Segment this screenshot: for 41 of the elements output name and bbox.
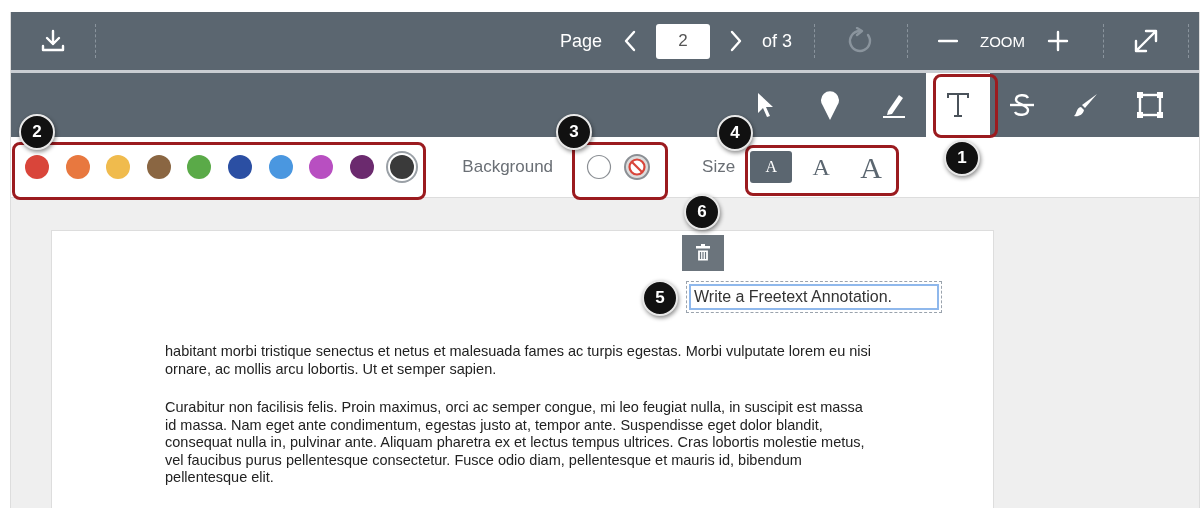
page-label: Page: [559, 30, 602, 52]
zoom-label: ZOOM: [980, 32, 1025, 50]
fullscreen-button[interactable]: [1132, 27, 1160, 55]
zoom-in-button[interactable]: [1047, 30, 1069, 52]
text-size-button[interactable]: A: [750, 151, 793, 183]
delete-button[interactable]: [682, 235, 724, 271]
plus-icon: [1047, 30, 1069, 52]
freetext-annotation-field[interactable]: Write a Freetext Annotation.: [686, 281, 942, 313]
download-icon: [40, 28, 66, 54]
highlight-frame: [933, 74, 998, 138]
page-count: of 3: [761, 30, 792, 52]
background-fill-button[interactable]: [586, 154, 613, 180]
color-swatch[interactable]: [25, 155, 49, 179]
rectangle-area-icon: [1136, 91, 1164, 119]
background-label: Background: [462, 157, 554, 177]
download-button[interactable]: [40, 28, 66, 54]
minus-icon: [938, 39, 958, 43]
no-background-button[interactable]: [624, 154, 651, 180]
color-swatch[interactable]: [349, 155, 374, 179]
zoom-out-button[interactable]: [938, 39, 958, 43]
page-number-field[interactable]: 2: [655, 23, 710, 59]
strikethrough-icon: [1009, 92, 1035, 118]
expand-icon: [1132, 27, 1160, 55]
color-swatch[interactable]: [309, 155, 334, 179]
body-paragraph: Curabitur non facilisis felis. Proin maximus, orci ac semper congue, mi leo feugiat nulla, in suscipit est massa id massa. Nam eget ante condimentum, egestas justo at, tempor ante. Suspendisse eget dolor blandit, consequat nulla in, pulvinar ante. Aliquam pharetra ex et lectus tempus ultrices. Cras lobortis molestie metus, vel faucibus purus pellentesque consectetur. Fusce odio diam, pellentesque et mauris id, bibendum pellentesque elit.: [165, 399, 866, 487]
color-swatch[interactable]: [268, 155, 293, 179]
brush-icon: [1073, 92, 1099, 118]
text-size-button[interactable]: A: [850, 151, 893, 183]
size-label: Size: [702, 157, 736, 177]
color-swatch[interactable]: [146, 155, 171, 179]
text-size-button[interactable]: A: [800, 151, 843, 183]
text-icon: [946, 92, 970, 118]
body-paragraph: habitant morbi tristique senectus et netus et malesuada fames ac turpis egestas. Morbi vulputate lorem eu nisi ornare, ac mollis arcu lobortis. Ut et semper sapien.: [165, 343, 873, 378]
color-swatch[interactable]: [106, 155, 131, 179]
pin-icon: [819, 89, 841, 121]
text-tool-button[interactable]: [926, 73, 990, 137]
trash-icon: [695, 244, 711, 262]
color-swatch[interactable]: [65, 155, 90, 179]
color-swatch[interactable]: [390, 155, 415, 179]
color-swatch[interactable]: [187, 155, 212, 179]
color-swatch[interactable]: [227, 155, 252, 179]
